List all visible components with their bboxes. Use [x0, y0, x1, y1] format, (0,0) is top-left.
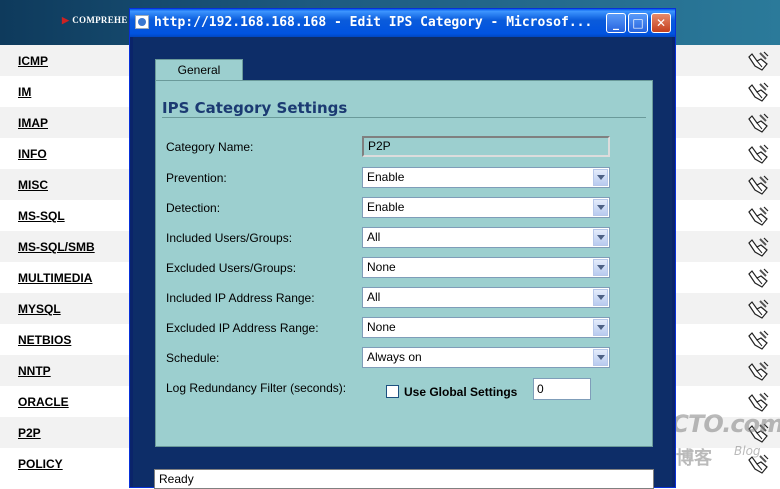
- excluded-ip-label: Excluded IP Address Range:: [166, 321, 319, 335]
- included-users-label: Included Users/Groups:: [166, 231, 293, 245]
- category-link[interactable]: INFO: [18, 147, 47, 161]
- edit-hand-icon[interactable]: [746, 205, 770, 227]
- edit-hand-icon[interactable]: [746, 267, 770, 289]
- chevron-down-icon[interactable]: [593, 319, 608, 336]
- excluded-users-value: None: [367, 260, 396, 274]
- settings-panel: IPS Category Settings Category Name: P2P…: [155, 80, 653, 447]
- brand-text: COMPREHE: [72, 15, 128, 25]
- chevron-down-icon[interactable]: [593, 169, 608, 186]
- edit-hand-icon[interactable]: [746, 174, 770, 196]
- chevron-down-icon[interactable]: [593, 289, 608, 306]
- excluded-users-label: Excluded Users/Groups:: [166, 261, 297, 275]
- category-link[interactable]: MULTIMEDIA: [18, 271, 92, 285]
- prevention-value: Enable: [367, 170, 405, 184]
- brand-banner: ▶ COMPREHE: [62, 15, 128, 26]
- excluded-ip-select[interactable]: None: [362, 317, 610, 338]
- close-button[interactable]: ✕: [651, 13, 671, 33]
- edit-hand-icon[interactable]: [746, 81, 770, 103]
- edit-hand-icon[interactable]: [746, 298, 770, 320]
- category-link[interactable]: ICMP: [18, 54, 48, 68]
- included-ip-label: Included IP Address Range:: [166, 291, 315, 305]
- category-link[interactable]: IMAP: [18, 116, 48, 130]
- category-link[interactable]: NNTP: [18, 364, 51, 378]
- ie-page-icon: [135, 15, 149, 29]
- prevention-select[interactable]: Enable: [362, 167, 610, 188]
- edit-hand-icon[interactable]: [746, 143, 770, 165]
- use-global-settings-label: Use Global Settings: [404, 385, 518, 399]
- detection-select[interactable]: Enable: [362, 197, 610, 218]
- detection-value: Enable: [367, 200, 405, 214]
- included-users-value: All: [367, 230, 381, 244]
- category-name-label: Category Name:: [166, 140, 254, 154]
- category-link[interactable]: MYSQL: [18, 302, 61, 316]
- edit-hand-icon[interactable]: [746, 236, 770, 258]
- included-users-select[interactable]: All: [362, 227, 610, 248]
- excluded-users-select[interactable]: None: [362, 257, 610, 278]
- log-redundancy-input[interactable]: 0: [533, 378, 591, 400]
- category-link[interactable]: IM: [18, 85, 31, 99]
- category-link[interactable]: ORACLE: [18, 395, 69, 409]
- included-ip-value: All: [367, 290, 381, 304]
- brand-arrow-icon: ▶: [62, 15, 70, 25]
- schedule-select[interactable]: Always on: [362, 347, 610, 368]
- chevron-down-icon[interactable]: [593, 229, 608, 246]
- category-link[interactable]: MISC: [18, 178, 48, 192]
- window-title: http://192.168.168.168 - Edit IPS Catego…: [154, 15, 593, 30]
- category-link[interactable]: MS-SQL/SMB: [18, 240, 95, 254]
- edit-ips-category-window: http://192.168.168.168 - Edit IPS Catego…: [129, 8, 676, 489]
- watermark-blog: Blog: [734, 444, 761, 458]
- category-name-field[interactable]: P2P: [362, 136, 610, 157]
- section-title: IPS Category Settings: [162, 99, 348, 117]
- window-titlebar[interactable]: http://192.168.168.168 - Edit IPS Catego…: [130, 9, 675, 37]
- category-link[interactable]: MS-SQL: [18, 209, 65, 223]
- status-bar: Ready: [154, 469, 654, 489]
- chevron-down-icon[interactable]: [593, 199, 608, 216]
- chevron-down-icon[interactable]: [593, 349, 608, 366]
- log-redundancy-label: Log Redundancy Filter (seconds):: [166, 381, 347, 395]
- window-client-area: General IPS Category Settings Category N…: [133, 37, 672, 489]
- prevention-label: Prevention:: [166, 171, 227, 185]
- excluded-ip-value: None: [367, 320, 396, 334]
- category-link[interactable]: NETBIOS: [18, 333, 71, 347]
- schedule-value: Always on: [367, 350, 422, 364]
- chevron-down-icon[interactable]: [593, 259, 608, 276]
- category-link[interactable]: P2P: [18, 426, 41, 440]
- tab-general[interactable]: General: [155, 59, 243, 80]
- edit-hand-icon[interactable]: [746, 112, 770, 134]
- section-divider: [162, 117, 646, 118]
- edit-hand-icon[interactable]: [746, 329, 770, 351]
- edit-hand-icon[interactable]: [746, 50, 770, 72]
- minimize-button[interactable]: _: [606, 13, 626, 33]
- category-link[interactable]: POLICY: [18, 457, 63, 471]
- detection-label: Detection:: [166, 201, 221, 215]
- included-ip-select[interactable]: All: [362, 287, 610, 308]
- maximize-button[interactable]: □: [628, 13, 648, 33]
- use-global-settings-checkbox[interactable]: [386, 385, 399, 398]
- schedule-label: Schedule:: [166, 351, 220, 365]
- edit-hand-icon[interactable]: [746, 360, 770, 382]
